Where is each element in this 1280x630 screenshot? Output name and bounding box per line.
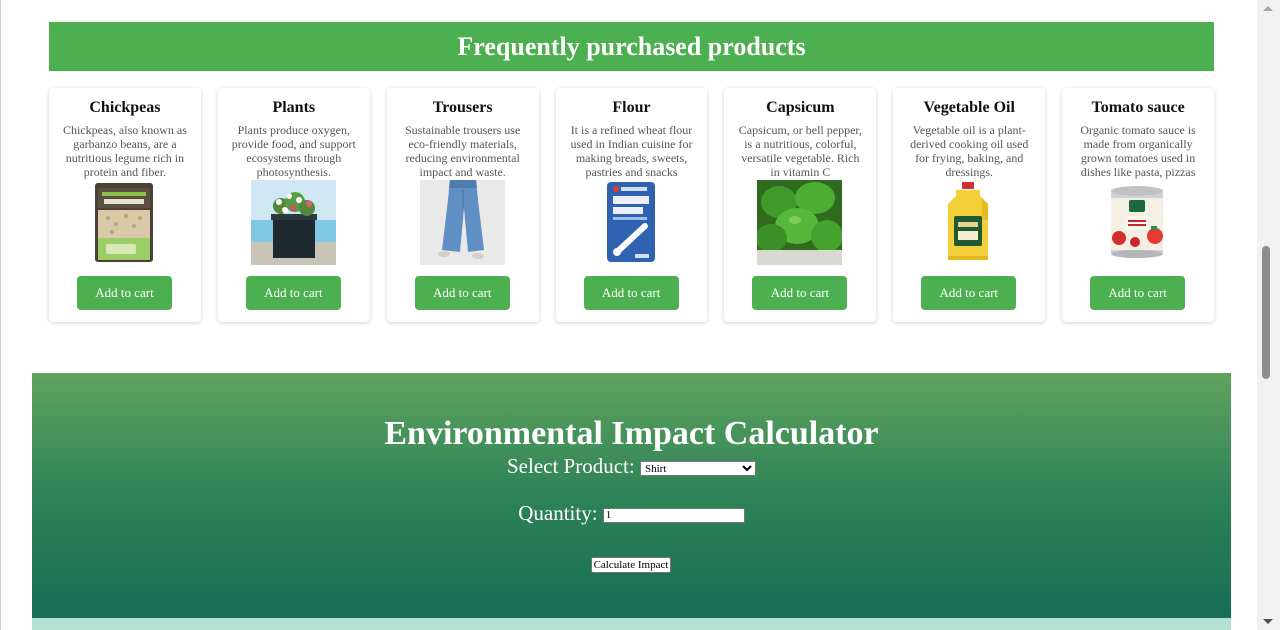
product-description: It is a refined wheat flour used in Indi… [570,123,693,179]
product-card-capsicum: Capsicum Capsicum, or bell pepper, is a … [724,88,877,322]
add-to-cart-button[interactable]: Add to cart [921,276,1017,310]
potted-plant-icon [250,180,336,265]
calculator-title: Environmental Impact Calculator [384,415,879,452]
products-section-title: Frequently purchased products [49,22,1214,71]
product-card-chickpeas: Chickpeas Chickpeas, also known as garba… [49,88,201,322]
calculate-impact-button[interactable]: Calculate Impact [591,557,671,573]
oil-bottle-icon [926,180,1012,265]
scrollbar-thumb[interactable] [1262,246,1270,379]
product-description: Chickpeas, also known as garbanzo beans,… [62,123,187,179]
flour-bag-icon [588,180,674,265]
product-name: Chickpeas [89,99,161,116]
product-card-vegetable-oil: Vegetable Oil Vegetable oil is a plant-d… [893,88,1046,322]
product-card-trousers: Trousers Sustainable trousers use eco-fr… [386,88,539,322]
product-card-plants: Plants Plants produce oxygen, provide fo… [217,88,370,322]
product-name: Vegetable Oil [923,99,1015,116]
product-select[interactable]: Shirt [639,460,756,476]
product-card-tomato-sauce: Tomato sauce Organic tomato sauce is mad… [1062,88,1215,322]
product-name: Tomato sauce [1091,99,1185,116]
add-to-cart-button[interactable]: Add to cart [583,276,679,310]
product-description: Capsicum, or bell pepper, is a nutritiou… [738,123,862,179]
chickpeas-bag-icon [82,180,167,265]
product-name: Flour [612,99,651,116]
capsicum-icon [757,180,843,265]
vertical-scrollbar[interactable] [1257,0,1280,630]
scroll-down-arrow-icon[interactable] [1263,619,1273,624]
product-select-label: Select Product: [507,454,635,478]
product-card-flour: Flour It is a refined wheat flour used i… [555,88,708,322]
product-select-row: Select Product: Shirt [32,454,1231,479]
page: Frequently purchased products Chickpeas … [0,0,1257,630]
product-description: Vegetable oil is a plant-derived cooking… [910,123,1029,179]
quantity-input[interactable] [602,507,745,523]
results-section-edge [32,618,1231,630]
product-name: Capsicum [766,99,835,116]
quantity-row: Quantity: [32,501,1231,526]
trousers-icon [419,180,505,265]
product-name: Plants [272,99,316,116]
product-description: Sustainable trousers use eco-friendly ma… [404,123,521,179]
tomato-sauce-can-icon [1095,180,1181,265]
product-description: Organic tomato sauce is made from organi… [1080,123,1196,179]
add-to-cart-button[interactable]: Add to cart [245,276,341,310]
product-description: Plants produce oxygen, provide food, and… [231,123,356,179]
impact-calculator: Environmental Impact Calculator Select P… [32,373,1231,630]
add-to-cart-button[interactable]: Add to cart [414,276,510,310]
add-to-cart-button[interactable]: Add to cart [77,276,172,310]
scroll-up-arrow-icon[interactable] [1263,6,1273,11]
quantity-label: Quantity: [518,501,598,525]
product-name: Trousers [432,99,493,116]
add-to-cart-button[interactable]: Add to cart [752,276,848,310]
add-to-cart-button[interactable]: Add to cart [1090,276,1186,310]
product-list: Chickpeas Chickpeas, also known as garba… [49,88,1215,323]
